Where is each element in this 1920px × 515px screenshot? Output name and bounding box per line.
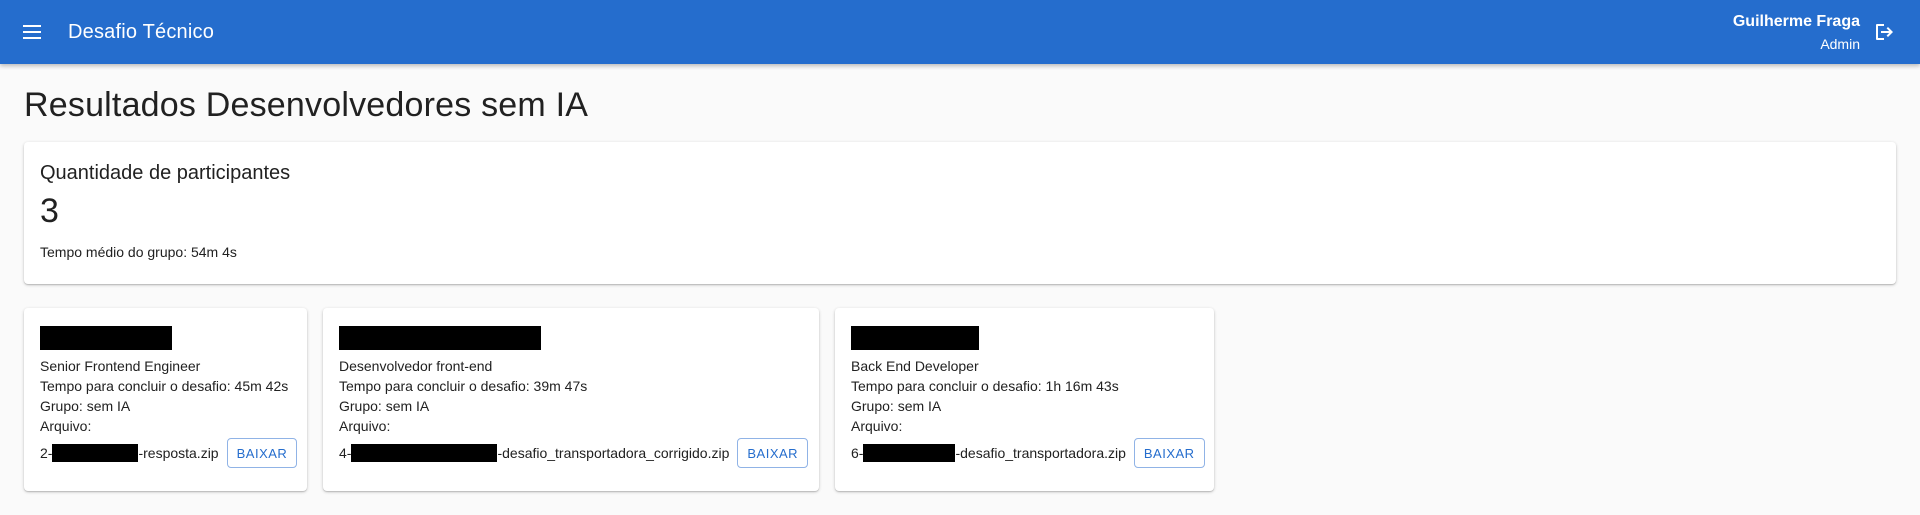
user-name: Guilherme Fraga: [1732, 13, 1860, 30]
participant-name-redacted: [40, 326, 172, 350]
file-name: 6- -desafio_transportadora.zip: [851, 444, 1126, 462]
participant-name-redacted: [851, 326, 979, 350]
summary-card: Quantidade de participantes 3 Tempo médi…: [24, 142, 1896, 284]
app-title: Desafio Técnico: [68, 20, 215, 43]
file-prefix: 4-: [339, 445, 352, 461]
participant-time: Tempo para concluir o desafio: 45m 42s: [40, 378, 289, 394]
participant-role: Senior Frontend Engineer: [40, 358, 201, 374]
participant-group: Grupo: sem IA: [339, 398, 430, 414]
file-label: Arquivo:: [40, 418, 92, 434]
participant-card: Back End Developer Tempo para concluir o…: [835, 308, 1214, 491]
file-redacted: [351, 444, 498, 462]
participant-card: Desenvolvedor front-end Tempo para concl…: [323, 308, 819, 491]
file-redacted: [52, 444, 139, 462]
group-average-time: Tempo médio do grupo: 54m 4s: [40, 244, 237, 260]
file-row: 4- -desafio_transportadora_corrigido.zip…: [339, 438, 809, 468]
file-suffix: -resposta.zip: [138, 445, 219, 461]
participant-role: Desenvolvedor front-end: [339, 358, 493, 374]
menu-icon[interactable]: [20, 20, 44, 44]
participant-group: Grupo: sem IA: [40, 398, 131, 414]
participants-label: Quantidade de participantes: [40, 162, 291, 184]
participant-time: Tempo para concluir o desafio: 39m 47s: [339, 378, 588, 394]
participants-count: 3: [40, 192, 59, 230]
download-button[interactable]: BAIXAR: [737, 438, 809, 468]
user-role: Admin: [1820, 36, 1860, 52]
participant-name-redacted: [339, 326, 541, 350]
file-redacted: [863, 444, 956, 462]
file-name: 2- -resposta.zip: [40, 444, 219, 462]
file-row: 6- -desafio_transportadora.zip BAIXAR: [851, 438, 1205, 468]
participant-time: Tempo para concluir o desafio: 1h 16m 43…: [851, 378, 1119, 394]
file-suffix: -desafio_transportadora_corrigido.zip: [497, 445, 730, 461]
participant-card: Senior Frontend Engineer Tempo para conc…: [24, 308, 307, 491]
file-name: 4- -desafio_transportadora_corrigido.zip: [339, 444, 729, 462]
download-button[interactable]: BAIXAR: [1133, 438, 1205, 468]
file-label: Arquivo:: [851, 418, 903, 434]
page-title: Resultados Desenvolvedores sem IA: [24, 86, 589, 124]
participant-group: Grupo: sem IA: [851, 398, 942, 414]
app-bar: Desafio Técnico Guilherme Fraga Admin: [0, 0, 1920, 64]
file-suffix: -desafio_transportadora.zip: [955, 445, 1126, 461]
file-prefix: 2-: [40, 445, 53, 461]
file-row: 2- -resposta.zip BAIXAR: [40, 438, 298, 468]
file-label: Arquivo:: [339, 418, 391, 434]
file-prefix: 6-: [851, 445, 864, 461]
download-button[interactable]: BAIXAR: [226, 438, 298, 468]
participant-role: Back End Developer: [851, 358, 979, 374]
user-info: Guilherme Fraga Admin: [1733, 12, 1860, 54]
logout-icon[interactable]: [1872, 20, 1896, 44]
